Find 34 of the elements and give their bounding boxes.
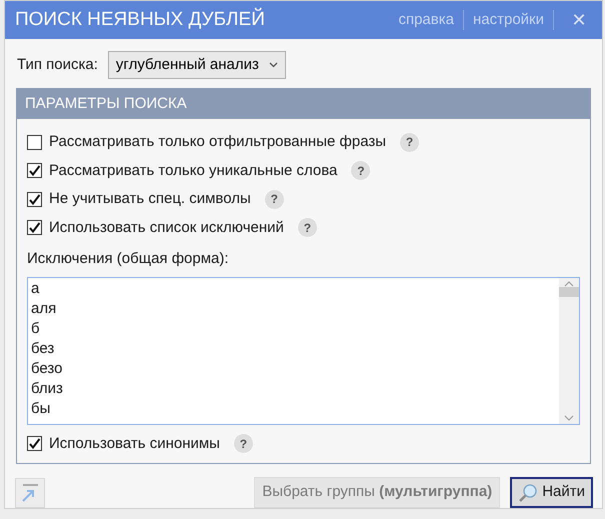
field-label: Тип поиска: [17, 54, 98, 75]
option-label: Использовать синонимы [49, 434, 220, 454]
checkbox[interactable] [27, 220, 42, 236]
list-label: Исключения (общая форма): [26, 249, 230, 269]
expand-icon [20, 482, 40, 502]
help-icon[interactable]: ? [234, 434, 253, 454]
scrollbar-thumb[interactable] [559, 286, 579, 296]
find-button[interactable]: Найти [510, 477, 593, 508]
list-item[interactable]: аля [31, 298, 559, 318]
list-item[interactable]: безо [31, 358, 559, 378]
checkbox[interactable] [27, 436, 42, 452]
list-item[interactable]: близ [31, 378, 559, 398]
option-label: Рассматривать только уникальные слова [49, 160, 338, 180]
option-label: Использовать список исключений [49, 218, 284, 238]
chevron-down-icon [268, 62, 278, 68]
help-icon[interactable]: ? [298, 218, 317, 238]
list-item[interactable]: бы [31, 398, 559, 418]
list-item[interactable]: б [31, 318, 559, 338]
help-icon[interactable]: ? [264, 190, 284, 209]
checkbox[interactable] [27, 134, 42, 150]
option-label: Не учитывать спец. символы [49, 189, 251, 209]
checkbox[interactable] [27, 192, 42, 207]
list-item[interactable]: а [31, 278, 559, 298]
window-title: ПОИСК НЕЯВНЫХ ДУБЛЕЙ [15, 6, 266, 32]
checkbox[interactable] [27, 163, 42, 178]
search-type-dropdown[interactable]: углубленный анализ [108, 51, 286, 79]
help-icon[interactable]: ? [400, 132, 420, 152]
search-icon [518, 482, 538, 502]
option-label: Рассматривать только отфильтрованные фразы [49, 132, 386, 152]
exclusions-list[interactable]: а аля б без безо близ бы [27, 276, 580, 424]
panel-header: ПАРАМЕТРЫ ПОИСКА [17, 89, 590, 119]
list-item[interactable]: без [31, 338, 559, 358]
scrollbar[interactable] [559, 278, 579, 424]
help-icon[interactable]: ? [351, 161, 370, 180]
